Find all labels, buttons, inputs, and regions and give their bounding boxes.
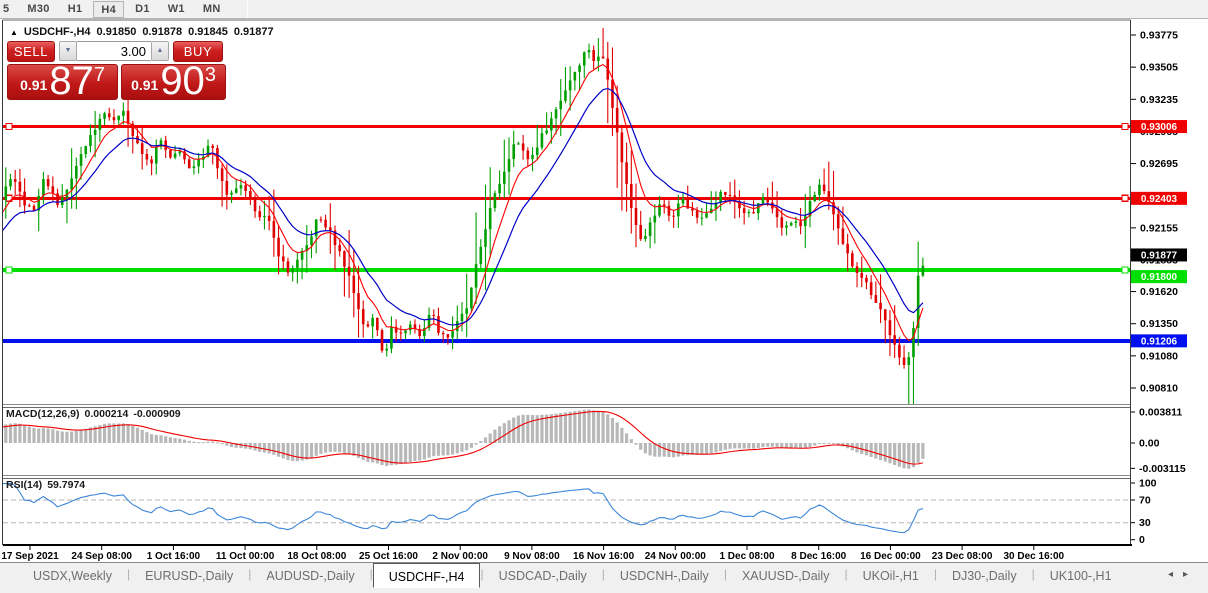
timeframe-button-m30[interactable]: M30 [20,1,56,18]
rsi-name: RSI(14) [6,479,43,491]
svg-text:0.92403: 0.92403 [1141,194,1178,205]
svg-text:0.91350: 0.91350 [1140,318,1178,330]
symbol-tab-bar: USDX,Weekly | EURUSD-,Daily | AUDUSD-,Daily |… [0,562,1208,593]
svg-text:23 Dec 08:00: 23 Dec 08:00 [932,551,993,562]
tab-eurusd-daily[interactable]: EURUSD-,Daily [130,563,248,587]
svg-text:0.91877: 0.91877 [1141,250,1178,261]
sell-price-main: 87 [49,59,94,103]
sell-button[interactable]: SELL [7,40,55,62]
timeframe-button-d1[interactable]: D1 [128,1,157,18]
svg-text:9 Nov 08:00: 9 Nov 08:00 [504,551,560,562]
macd-main-value: 0.000214 [84,408,129,420]
svg-text:0.93505: 0.93505 [1140,62,1178,74]
macd-signal-value: -0.000909 [133,408,181,420]
svg-text:70: 70 [1139,495,1151,507]
svg-text:0.90810: 0.90810 [1140,383,1178,395]
timeframe-button-group: 5 M30 H1 H4 D1 W1 MN [0,0,230,19]
rsi-indicator-label: RSI(14) 59.7974 [6,479,85,491]
trade-price-row: 0.91 87 7 0.91 90 3 [7,59,226,103]
svg-text:0: 0 [1139,534,1145,546]
svg-text:25 Oct 16:00: 25 Oct 16:00 [359,551,418,562]
svg-text:2 Nov 00:00: 2 Nov 00:00 [432,551,488,562]
volume-increase-button[interactable]: ▲ [151,41,169,61]
toolbar-separator [247,1,248,18]
volume-input[interactable] [77,41,151,61]
collapse-panel-icon[interactable]: ▲ [10,28,18,37]
tab-scroll-arrows: ◂ ▸ [1168,569,1188,580]
tab-scroll-right-icon[interactable]: ▸ [1183,569,1188,580]
symbol-tabs: USDX,Weekly | EURUSD-,Daily | AUDUSD-,Daily |… [0,563,1208,588]
svg-text:0.92695: 0.92695 [1140,158,1178,170]
rsi-value: 59.7974 [47,479,86,491]
ohlc-high: 0.91878 [142,26,183,38]
symbol-period-label: USDCHF-,H4 [23,26,91,38]
svg-text:-0.003115: -0.003115 [1139,463,1186,475]
triangle-down-icon: ▼ [64,47,72,54]
svg-text:0.92155: 0.92155 [1140,222,1178,234]
svg-text:0.003811: 0.003811 [1139,407,1182,419]
tab-scroll-left-icon[interactable]: ◂ [1168,569,1173,580]
tab-ukoil-h1[interactable]: UKOil-,H1 [848,563,934,587]
chart-header: ▲ USDCHF-,H4 0.91850 0.91878 0.91845 0.9… [10,26,274,38]
sell-price-prefix: 0.91 [20,77,48,93]
ohlc-open: 0.91850 [96,26,137,38]
svg-text:0.91080: 0.91080 [1140,350,1178,362]
timeframe-toolbar: 5 M30 H1 H4 D1 W1 MN [0,0,1208,19]
svg-text:0.93775: 0.93775 [1140,30,1178,42]
svg-text:0.93006: 0.93006 [1141,122,1178,133]
svg-text:24 Sep 08:00: 24 Sep 08:00 [71,551,132,562]
svg-text:0.91206: 0.91206 [1141,336,1178,347]
svg-text:100: 100 [1139,478,1157,490]
svg-text:16 Dec 00:00: 16 Dec 00:00 [860,551,921,562]
volume-decrease-button[interactable]: ▼ [59,41,77,61]
buy-price-main: 90 [160,59,205,103]
ohlc-close: 0.91877 [233,26,274,38]
timeframe-button-mn[interactable]: MN [196,1,228,18]
svg-text:1 Dec 08:00: 1 Dec 08:00 [719,551,774,562]
sell-price-display[interactable]: 0.91 87 7 [7,59,118,103]
buy-price-pip: 3 [204,64,216,86]
svg-text:16 Nov 16:00: 16 Nov 16:00 [573,551,635,562]
svg-text:11 Oct 00:00: 11 Oct 00:00 [216,551,275,562]
tab-audusd-daily[interactable]: AUDUSD-,Daily [251,563,369,587]
macd-indicator-label: MACD(12,26,9) 0.000214 -0.000909 [6,408,181,420]
svg-text:24 Nov 00:00: 24 Nov 00:00 [645,551,707,562]
svg-text:0.93235: 0.93235 [1140,94,1178,106]
tab-usdchf-h4[interactable]: USDCHF-,H4 [372,563,481,588]
rsi-panel-plot [3,482,1130,534]
svg-text:17 Sep 2021: 17 Sep 2021 [1,551,59,562]
time-axis: 17 Sep 2021 24 Sep 08:00 1 Oct 16:00 11 Oct… [1,546,1065,562]
tab-uk100-h1[interactable]: UK100-,H1 [1035,563,1127,587]
one-click-trading-panel: SELL ▼ ▲ BUY 0.91877 0.91903 [7,40,226,103]
mt4-terminal: 0.937750.935050.932350.929650.926950.924… [0,0,1208,593]
timeframe-button-h4[interactable]: H4 [93,0,125,18]
svg-text:0.00: 0.00 [1139,438,1160,450]
timeframe-button-w1[interactable]: W1 [161,1,192,18]
svg-text:8 Dec 16:00: 8 Dec 16:00 [791,551,846,562]
price-axis: 0.937750.935050.932350.929650.926950.924… [1131,30,1186,546]
tab-usdx-weekly[interactable]: USDX,Weekly [18,563,127,587]
svg-text:1 Oct 16:00: 1 Oct 16:00 [147,551,201,562]
svg-text:30: 30 [1139,517,1151,529]
svg-text:0.91620: 0.91620 [1140,286,1178,298]
svg-text:18 Oct 08:00: 18 Oct 08:00 [287,551,346,562]
tab-usdcad-daily[interactable]: USDCAD-,Daily [484,563,602,587]
svg-text:0.91800: 0.91800 [1141,272,1178,283]
sell-price-pip: 7 [93,64,105,86]
timeframe-button-h1[interactable]: H1 [61,1,90,18]
horizontal-level-lines[interactable] [3,122,1130,343]
svg-text:30 Dec 16:00: 30 Dec 16:00 [1003,551,1064,562]
buy-price-prefix: 0.91 [131,77,159,93]
timeframe-button-5[interactable]: 5 [0,1,16,18]
tab-dj30-daily[interactable]: DJ30-,Daily [937,563,1032,587]
tab-xauusd-daily[interactable]: XAUUSD-,Daily [727,563,845,587]
buy-price-display[interactable]: 0.91 90 3 [121,59,226,103]
triangle-up-icon: ▲ [156,47,164,54]
tab-usdcnh-daily[interactable]: USDCNH-,Daily [605,563,724,587]
ohlc-low: 0.91845 [188,26,228,38]
macd-name: MACD(12,26,9) [6,408,80,420]
